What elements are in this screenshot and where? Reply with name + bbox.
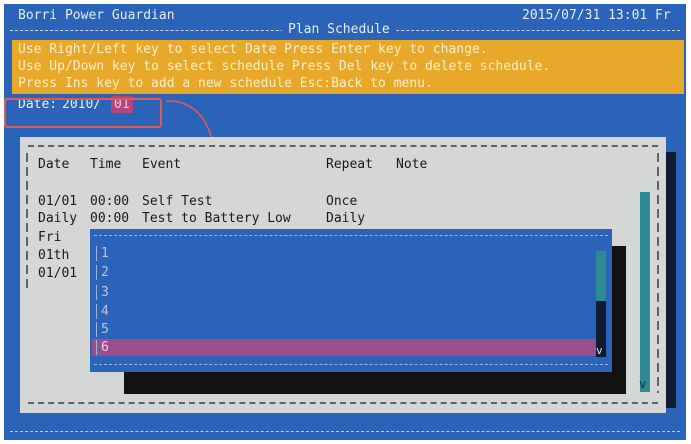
option-divider [96, 285, 97, 300]
row-1-event[interactable]: Self Test [142, 193, 212, 210]
popup-option-selected[interactable]: 6 [92, 339, 598, 356]
panel-left-border [26, 153, 28, 291]
help-line: Press Ins key to add a new schedule Esc:… [18, 76, 433, 91]
option-divider [96, 246, 97, 261]
option-divider [96, 322, 97, 337]
row-2-repeat[interactable]: Daily [326, 210, 365, 227]
option-divider [96, 265, 97, 280]
option-divider [96, 304, 97, 319]
col-repeat: Repeat [326, 157, 373, 172]
option-divider [96, 340, 97, 355]
section-title: Plan Schedule [282, 21, 396, 38]
help-line: Use Right/Left key to select Date Press … [18, 42, 488, 57]
option-label: 5 [101, 322, 109, 337]
table-scrollbar[interactable] [640, 192, 650, 392]
row-2-time[interactable]: 00:00 [90, 210, 129, 227]
footer-divider [10, 431, 680, 432]
annotation-highlight-box [4, 98, 162, 128]
help-line: Use Up/Down key to select schedule Press… [18, 59, 551, 74]
date-picker-popup: 1 2 3 4 5 6 v [90, 229, 612, 372]
option-label: 2 [101, 265, 109, 280]
scroll-down-icon[interactable]: v [596, 342, 603, 359]
row-3-date[interactable]: Fri [38, 229, 61, 246]
row-1-date[interactable]: 01/01 [38, 193, 77, 210]
col-date: Date [38, 157, 70, 172]
popup-option[interactable]: 3 [92, 284, 598, 301]
option-label: 3 [101, 285, 109, 300]
panel-bottom-border [28, 402, 658, 404]
option-label: 6 [101, 340, 109, 355]
col-note: Note [396, 157, 428, 172]
panel-top-border [28, 145, 658, 147]
popup-top-border [94, 235, 608, 236]
row-1-repeat[interactable]: Once [326, 193, 357, 210]
popup-option[interactable]: 4 [92, 303, 598, 320]
option-label: 4 [101, 304, 109, 319]
row-1-time[interactable]: 00:00 [90, 193, 129, 210]
popup-option[interactable]: 2 [92, 264, 598, 281]
popup-bottom-border [94, 364, 608, 365]
panel-right-border [657, 153, 659, 393]
row-5-date[interactable]: 01/01 [38, 265, 77, 282]
clock: 2015/07/31 13:01 Fr [522, 8, 671, 23]
option-label: 1 [101, 246, 109, 261]
row-4-date[interactable]: 01th [38, 247, 69, 264]
popup-option[interactable]: 1 [92, 245, 598, 262]
row-2-date[interactable]: Daily [38, 210, 77, 227]
app-title: Borri Power Guardian [18, 8, 175, 23]
row-2-event[interactable]: Test to Battery Low [142, 210, 291, 227]
popup-option[interactable]: 5 [92, 321, 598, 338]
terminal-screen: Borri Power Guardian 2015/07/31 13:01 Fr… [4, 4, 686, 440]
scroll-down-icon[interactable]: v [639, 376, 646, 393]
help-band: Use Right/Left key to select Date Press … [12, 40, 684, 94]
col-event: Event [142, 157, 182, 172]
popup-scroll-thumb[interactable] [596, 251, 606, 301]
col-time: Time [90, 157, 122, 172]
